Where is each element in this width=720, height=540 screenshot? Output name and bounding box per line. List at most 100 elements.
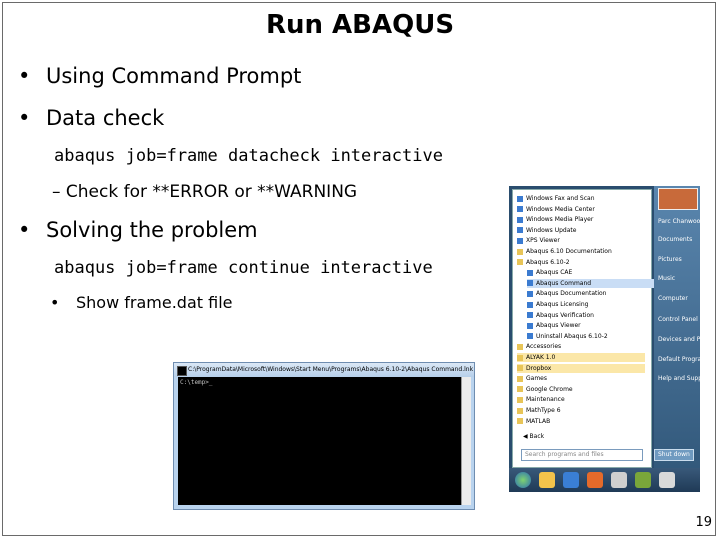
start-menu-item-label: Windows Media Center xyxy=(526,205,595,213)
command-prompt-scrollbar xyxy=(461,377,471,505)
folder-icon xyxy=(517,248,523,255)
program-icon xyxy=(527,312,533,319)
start-menu-programs-list: ◀ Back Windows Fax and Scan Windows Media… xyxy=(512,189,655,468)
shutdown-button: Shut down xyxy=(654,449,694,461)
start-menu-item: Abaqus Verification xyxy=(527,311,655,320)
start-menu-item: Abaqus Command xyxy=(527,278,655,288)
command-datacheck: abaqus job=frame datacheck interactive xyxy=(54,146,443,166)
folder-icon xyxy=(517,418,523,425)
start-menu-right-item: Documents xyxy=(658,236,693,243)
folder-icon xyxy=(517,375,523,382)
start-orb-icon xyxy=(515,472,531,488)
program-icon xyxy=(517,195,523,202)
start-menu-item: Abaqus CAE xyxy=(527,268,655,277)
taskbar-app-icon xyxy=(611,472,627,488)
taskbar-app-icon xyxy=(563,472,579,488)
start-menu-item: Uninstall Abaqus 6.10-2 xyxy=(527,332,655,341)
start-menu-item: Accessories xyxy=(517,342,645,351)
start-menu-item-label: MathType 6 xyxy=(526,407,561,414)
start-menu-item: ALYAK 1.0 xyxy=(517,353,645,362)
start-menu-item-label: Google Chrome xyxy=(526,385,573,393)
program-icon xyxy=(527,333,533,340)
bullet-dot-icon: • xyxy=(18,64,31,88)
start-menu-item: MATLAB xyxy=(517,417,645,426)
start-menu-item-label: Abaqus Licensing xyxy=(536,301,589,308)
taskbar-app-icon xyxy=(659,472,675,488)
bullet-dot-icon: • xyxy=(18,106,31,130)
program-icon xyxy=(517,216,523,223)
start-menu-right-item: Default Programs xyxy=(658,356,700,363)
start-menu-item: Abaqus 6.10-2 xyxy=(517,258,645,267)
start-menu-item: Abaqus Licensing xyxy=(527,300,655,309)
program-icon xyxy=(527,269,533,276)
command-prompt-titlebar: C:\ProgramData\Microsoft\Windows\Start M… xyxy=(174,363,474,377)
folder-icon xyxy=(517,407,523,414)
command-prompt-console: C:\temp>_ xyxy=(178,377,462,505)
start-menu-item-label: Abaqus CAE xyxy=(536,269,573,277)
bullet-dot-icon: • xyxy=(18,218,31,242)
start-menu-item-label: Abaqus Verification xyxy=(536,311,594,319)
folder-icon xyxy=(517,343,523,350)
folder-icon xyxy=(517,354,523,361)
start-menu-item-label: Maintenance xyxy=(526,396,565,404)
start-menu-item-label: MATLAB xyxy=(526,417,551,425)
folder-icon xyxy=(517,396,523,403)
start-menu-item: MathType 6 xyxy=(517,406,645,415)
start-menu-item-label: Windows Fax and Scan xyxy=(526,195,595,202)
start-menu-right-pane: Parc Chanwoo Documents Pictures Music Comput… xyxy=(654,186,700,492)
taskbar-app-icon xyxy=(635,472,651,488)
start-menu-item: Abaqus Viewer xyxy=(527,321,655,330)
taskbar xyxy=(509,468,700,492)
start-menu-item: Windows Media Player xyxy=(517,215,645,224)
start-menu-item: Windows Media Center xyxy=(517,205,645,214)
start-menu-item: Maintenance xyxy=(517,395,645,404)
start-menu-right-item: Pictures xyxy=(658,256,682,263)
start-menu-item: Google Chrome xyxy=(517,385,645,394)
command-continue: abaqus job=frame continue interactive xyxy=(54,258,433,278)
bullet-data-check: • Data check xyxy=(18,106,165,130)
start-menu-item-label: Dropbox xyxy=(526,364,552,372)
start-menu-item-label: Uninstall Abaqus 6.10-2 xyxy=(536,332,608,340)
start-menu-item-label: Games xyxy=(526,375,547,383)
program-icon xyxy=(517,237,523,244)
taskbar-app-icon xyxy=(587,472,603,488)
start-menu-item-label: Accessories xyxy=(526,343,562,351)
start-menu-item-label: Abaqus 6.10 Documentation xyxy=(526,248,612,255)
start-menu-item-label: XPS Viewer xyxy=(526,237,560,245)
program-icon xyxy=(527,280,533,287)
start-menu-item: XPS Viewer xyxy=(517,236,645,245)
user-avatar xyxy=(658,188,698,210)
start-menu-item-label: Abaqus Documentation xyxy=(536,290,607,298)
cmd-icon xyxy=(177,366,187,376)
start-menu-right-item: Devices and Printers xyxy=(658,336,700,343)
start-menu-screenshot: ◀ Back Windows Fax and Scan Windows Media… xyxy=(509,186,700,492)
page-number: 19 xyxy=(695,515,712,530)
start-menu-item-label: Windows Media Player xyxy=(526,216,594,224)
folder-icon xyxy=(517,365,523,372)
start-menu-item: Dropbox xyxy=(517,363,645,373)
program-icon xyxy=(517,206,523,213)
taskbar-app-icon xyxy=(539,472,555,488)
start-menu-right-item: Control Panel xyxy=(658,316,698,323)
start-menu-right-item: Music xyxy=(658,275,676,282)
sub-sub-bullet-show-dat: • Show frame.dat file xyxy=(50,293,233,312)
start-menu-item: Abaqus Documentation xyxy=(527,289,655,298)
start-menu-item: Windows Update xyxy=(517,226,645,235)
folder-icon xyxy=(517,386,523,393)
start-menu-item-label: Abaqus Command xyxy=(536,279,592,287)
start-menu-item-label: Abaqus 6.10-2 xyxy=(526,258,570,266)
command-prompt-window: C:\ProgramData\Microsoft\Windows\Start M… xyxy=(173,362,475,510)
start-menu-item-label: ALYAK 1.0 xyxy=(526,354,556,361)
program-icon xyxy=(517,227,523,234)
start-menu-right-item: Help and Support xyxy=(658,375,700,382)
bullet-using-command-prompt: • Using Command Prompt xyxy=(18,64,302,88)
start-menu-back: ◀ Back xyxy=(523,433,545,440)
folder-icon xyxy=(517,259,523,266)
start-menu-right-item: Parc Chanwoo xyxy=(658,218,700,225)
start-menu-search: Search programs and files xyxy=(521,449,643,461)
bullet-dot-icon: • xyxy=(50,293,60,312)
start-menu-item: Games xyxy=(517,374,645,383)
program-icon xyxy=(527,301,533,308)
program-icon xyxy=(527,290,533,297)
sub-bullet-check-errors: – Check for **ERROR or **WARNING xyxy=(52,182,358,202)
